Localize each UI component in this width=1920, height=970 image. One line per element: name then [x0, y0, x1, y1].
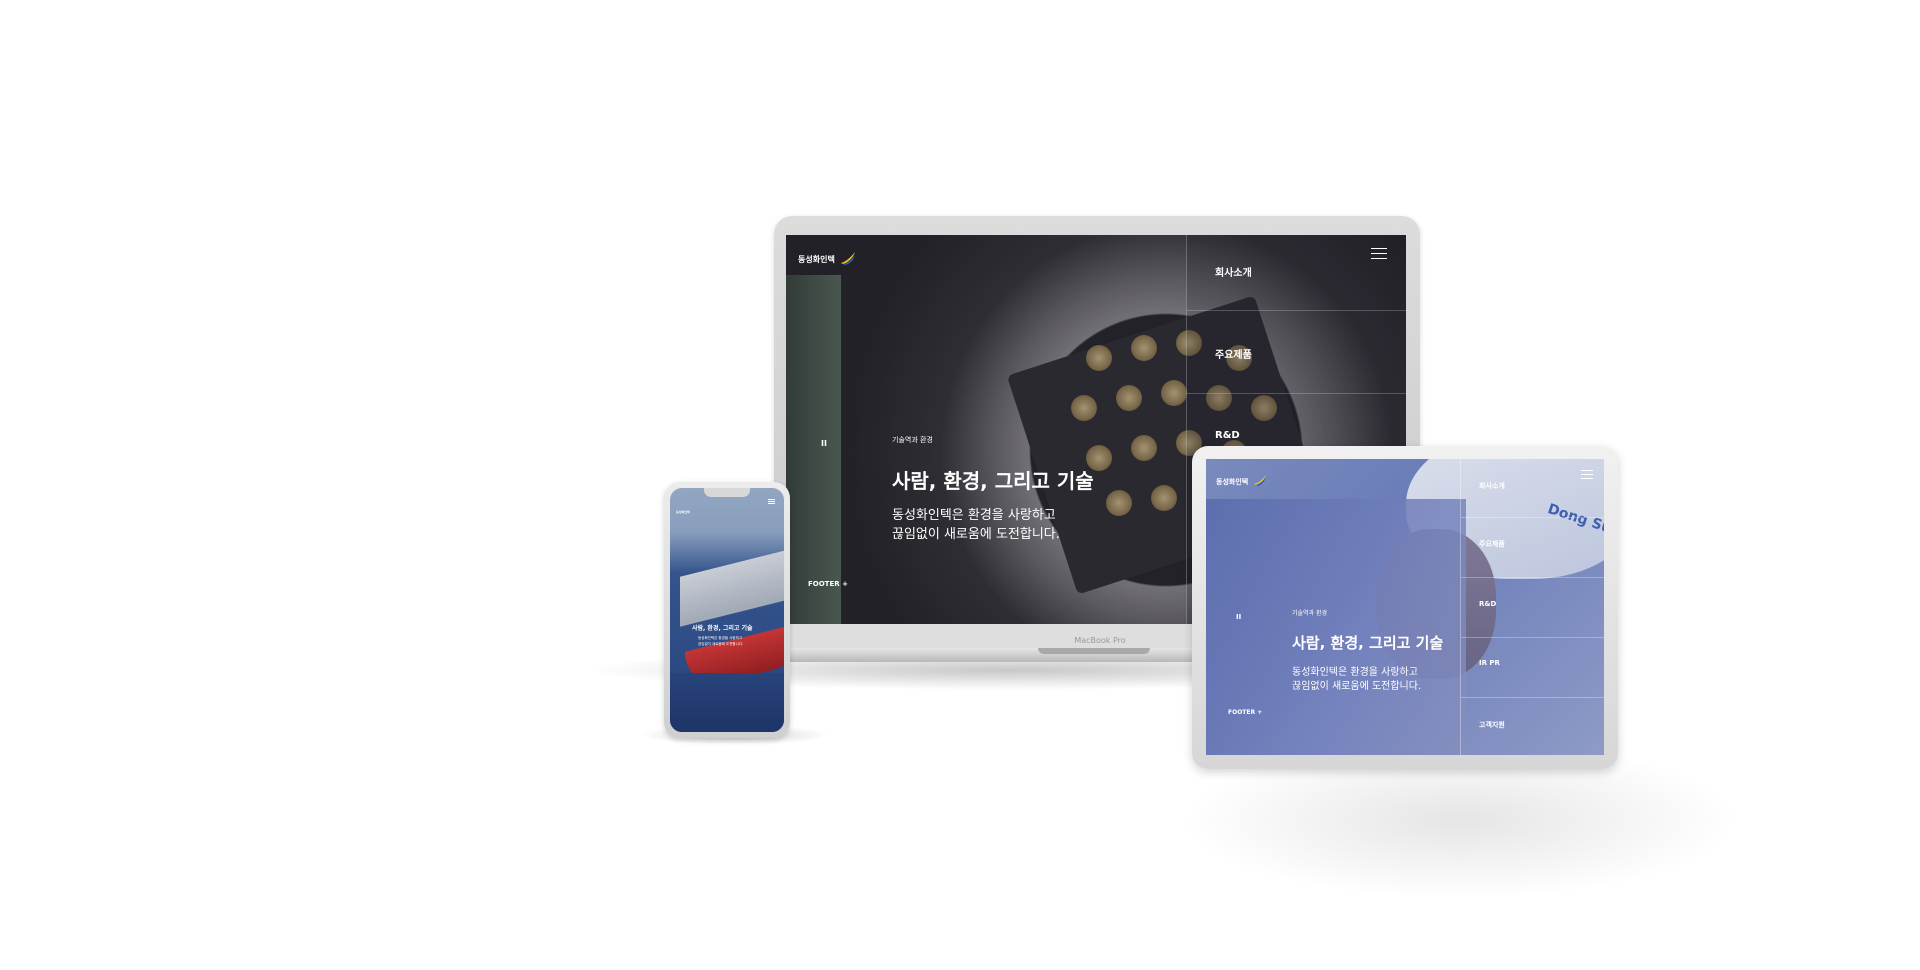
logo-text: 동성화인텍: [676, 510, 690, 514]
hero-title: 사람, 환경, 그리고 기술: [692, 625, 753, 632]
logo-swoosh-icon: [1254, 474, 1267, 486]
hamburger-icon[interactable]: [768, 499, 775, 504]
laptop-brand-label: MacBook Pro: [1074, 636, 1126, 645]
menu-item-label: 주요제품: [1479, 540, 1505, 548]
hero-eyebrow: 기술역과 환경: [1292, 610, 1328, 617]
hero-eyebrow: 기술역과 환경: [892, 436, 933, 444]
menu-item-support[interactable]: 고객지원: [1461, 697, 1604, 755]
menu-item-company[interactable]: 회사소개: [1461, 459, 1604, 518]
hero-line-2: 끊임없이 새로움에 도전합니다.: [698, 642, 744, 646]
logo-text: 동성화인텍: [798, 255, 835, 264]
logo-swoosh-icon: [840, 251, 855, 265]
menu-item-label: 회사소개: [1215, 268, 1252, 279]
tablet-screen: Dong Sung 동성화인텍 회사소개 주요제품 R&D IR PR 고객지원…: [1206, 459, 1604, 755]
hero-title: 사람, 환경, 그리고 기술: [892, 469, 1094, 493]
menu-item-label: IR PR: [1479, 659, 1500, 667]
menu-item-products[interactable]: 주요제품: [1461, 517, 1604, 578]
hero-title: 사람, 환경, 그리고 기술: [1292, 634, 1444, 652]
hero-line-1: 동성화인텍은 환경을 사랑하고: [1292, 667, 1418, 678]
tablet-nav-menu: 회사소개 주요제품 R&D IR PR 고객지원: [1460, 459, 1604, 755]
hero-line-2: 끊임없이 새로움에 도전합니다.: [1292, 681, 1422, 692]
menu-item-label: R&D: [1479, 600, 1497, 608]
menu-item-label: 회사소개: [1479, 482, 1505, 490]
phone-screen: 동성화인텍 사람, 환경, 그리고 기술 동성화인텍은 환경을 사랑하고 끊임없…: [670, 488, 784, 732]
logo-text: 동성화인텍: [1216, 478, 1249, 486]
footer-button[interactable]: FOOTER +: [808, 580, 848, 588]
phone-notch: [704, 488, 750, 497]
menu-item-products[interactable]: 주요제품: [1187, 310, 1406, 394]
menu-item-label: 고객지원: [1479, 721, 1505, 729]
menu-item-label: R&D: [1215, 430, 1240, 441]
pause-button[interactable]: II: [821, 439, 827, 448]
logo[interactable]: 동성화인텍: [798, 247, 856, 266]
phone-overlay: [670, 488, 784, 732]
hero-line-1: 동성화인텍은 환경을 사랑하고: [892, 508, 1056, 523]
pause-button[interactable]: II: [1236, 613, 1241, 621]
menu-item-label: 주요제품: [1215, 350, 1252, 361]
menu-item-ir-pr[interactable]: IR PR: [1461, 637, 1604, 698]
hero-line-2: 끊임없이 새로움에 도전합니다.: [892, 527, 1060, 542]
menu-item-company[interactable]: 회사소개: [1187, 235, 1406, 311]
tablet-logo[interactable]: 동성화인텍: [1216, 469, 1267, 488]
hero-line-1: 동성화인텍은 환경을 사랑하고: [698, 636, 743, 640]
laptop-notch: [1038, 648, 1150, 654]
footer-button[interactable]: FOOTER +: [1228, 709, 1262, 716]
menu-item-rnd[interactable]: R&D: [1461, 577, 1604, 638]
phone-logo[interactable]: 동성화인텍: [676, 498, 690, 517]
